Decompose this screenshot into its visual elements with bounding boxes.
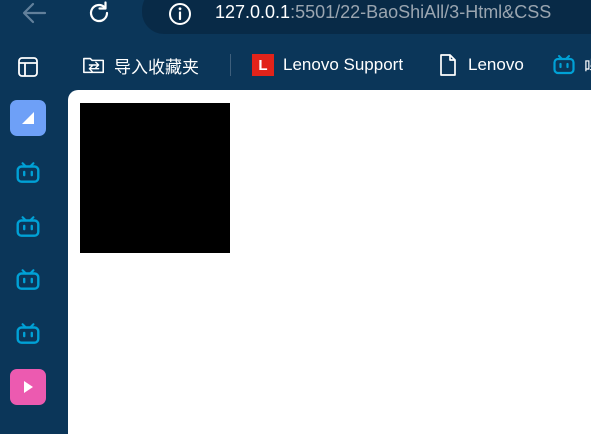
browser-sidebar xyxy=(0,42,68,434)
bookmark-import-favorites[interactable]: 导入收藏夹 xyxy=(82,52,199,78)
bookmarks-bar: 导入收藏夹 L Lenovo Support Lenovo 哔 xyxy=(68,42,591,89)
sidebar-toggle[interactable] xyxy=(10,49,46,85)
address-url[interactable]: 127.0.0.1:5501/22-BaoShiAll/3-Html&CSS xyxy=(215,1,551,23)
blue-app-icon xyxy=(22,112,34,124)
sidebar-item-6[interactable] xyxy=(10,369,46,405)
bookmark-lenovo-support[interactable]: L Lenovo Support xyxy=(251,52,403,78)
reload-button[interactable] xyxy=(79,0,119,26)
bookmark-label: Lenovo Support xyxy=(283,55,404,74)
black-square xyxy=(80,103,230,253)
back-arrow-icon xyxy=(22,2,47,24)
url-path: :5501/22-BaoShiAll/3-Html&CSS xyxy=(290,2,552,22)
browser-toolbar: 127.0.0.1:5501/22-BaoShiAll/3-Html&CSS xyxy=(0,0,591,42)
sidebar-item-1[interactable] xyxy=(10,100,46,136)
page-icon xyxy=(436,53,460,77)
bookmarks-divider xyxy=(230,54,231,76)
sidebar-panel-icon xyxy=(18,57,38,77)
bookmark-label: 哔 xyxy=(584,53,591,78)
bilibili-icon xyxy=(16,323,40,344)
bilibili-icon xyxy=(16,216,40,237)
site-info-icon[interactable] xyxy=(168,2,192,26)
sidebar-item-2[interactable] xyxy=(10,155,46,191)
url-host: 127.0.0.1 xyxy=(215,2,291,22)
back-button[interactable] xyxy=(14,0,54,26)
lenovo-logo-icon: L xyxy=(251,53,275,77)
bookmark-lenovo[interactable]: Lenovo xyxy=(436,52,524,78)
reload-icon xyxy=(89,1,109,23)
sidebar-item-5[interactable] xyxy=(10,316,46,352)
sidebar-item-4[interactable] xyxy=(10,262,46,298)
bookmark-label: Lenovo xyxy=(468,55,524,74)
sidebar-item-3[interactable] xyxy=(10,209,46,245)
bilibili-icon xyxy=(552,53,576,77)
bookmark-bilibili[interactable]: 哔 xyxy=(552,52,591,78)
bilibili-icon xyxy=(16,269,40,290)
page-content xyxy=(68,90,591,434)
bookmark-label: 导入收藏夹 xyxy=(114,57,199,77)
import-favorites-icon xyxy=(82,53,106,77)
pink-video-icon xyxy=(24,381,33,393)
bilibili-icon xyxy=(16,162,40,183)
